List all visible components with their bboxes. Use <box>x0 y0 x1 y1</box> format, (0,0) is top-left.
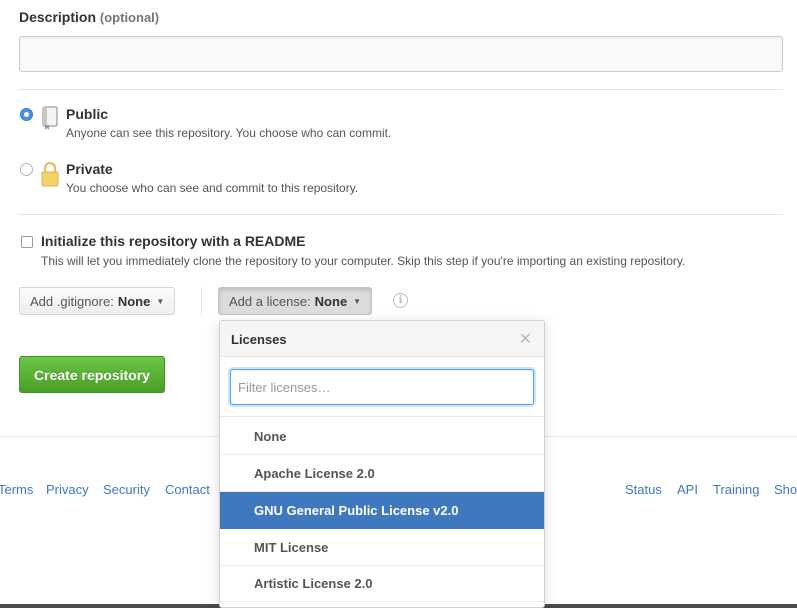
description-optional-tag: (optional) <box>99 10 160 25</box>
button-separator <box>201 287 202 315</box>
close-icon[interactable]: ✕ <box>519 329 532 349</box>
gitignore-value: None <box>117 293 151 309</box>
license-dropdown: Licenses ✕ None Apache License 2.0 GNU G… <box>219 320 545 608</box>
gitignore-select-button[interactable]: Add .gitignore: None ▼ <box>19 287 176 315</box>
footer-link-status[interactable]: Status <box>625 482 662 497</box>
footer-link-privacy[interactable]: Privacy <box>46 482 89 497</box>
license-value: None <box>314 293 348 309</box>
readme-note: This will let you immediately clone the … <box>41 254 686 268</box>
footer-link-training[interactable]: Training <box>713 482 759 497</box>
caret-down-icon: ▼ <box>156 296 165 306</box>
license-option-artistic[interactable]: Artistic License 2.0 <box>220 565 544 602</box>
footer-link-shop[interactable]: Sho <box>774 482 797 497</box>
repo-book-icon <box>40 105 60 131</box>
filter-licenses-input[interactable] <box>230 369 534 405</box>
dropdown-title: Licenses <box>231 332 287 347</box>
dropdown-header: Licenses ✕ <box>220 321 544 357</box>
license-option-none[interactable]: None <box>220 418 544 455</box>
footer-link-contact[interactable]: Contact <box>165 482 210 497</box>
description-label-text: Description <box>19 9 97 25</box>
footer-link-security[interactable]: Security <box>103 482 150 497</box>
private-radio[interactable] <box>20 163 33 176</box>
license-option-gpl2[interactable]: GNU General Public License v2.0 <box>220 492 544 529</box>
info-icon[interactable]: i <box>393 293 408 308</box>
description-label: Description (optional) <box>19 9 159 25</box>
gitignore-label: Add .gitignore: <box>30 293 114 309</box>
public-note: Anyone can see this repository. You choo… <box>66 126 392 140</box>
license-option-apache[interactable]: Apache License 2.0 <box>220 455 544 492</box>
license-select-button[interactable]: Add a license: None ▼ <box>218 287 373 315</box>
public-title: Public <box>66 106 109 122</box>
create-repository-button[interactable]: Create repository <box>19 356 165 393</box>
license-label: Add a license: <box>229 293 311 309</box>
lock-icon <box>40 160 60 188</box>
readme-title: Initialize this repository with a README <box>41 233 306 249</box>
private-note: You choose who can see and commit to thi… <box>66 181 359 195</box>
footer-link-terms[interactable]: Terms <box>0 482 33 497</box>
readme-checkbox[interactable] <box>21 236 33 248</box>
caret-down-icon: ▼ <box>353 296 362 306</box>
dropdown-filter-area <box>220 357 544 417</box>
private-title: Private <box>66 161 113 177</box>
description-input[interactable] <box>19 36 783 72</box>
license-option-mit[interactable]: MIT License <box>220 529 544 566</box>
divider-middle <box>19 214 783 215</box>
divider-top <box>19 89 783 90</box>
public-radio[interactable] <box>20 108 33 121</box>
footer-link-api[interactable]: API <box>677 482 698 497</box>
